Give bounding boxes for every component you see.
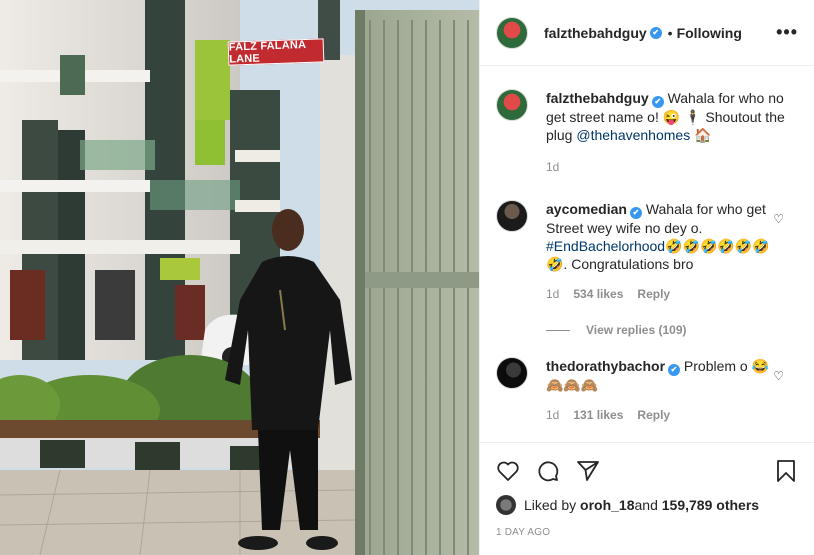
commenter-avatar[interactable]	[496, 200, 528, 232]
reply-button[interactable]: Reply	[637, 285, 670, 303]
separator-dot: •	[667, 24, 673, 41]
post-photo[interactable]: FALZ FALANA LANE	[0, 0, 479, 555]
comment-like-heart-icon[interactable]: ♡	[773, 212, 784, 226]
verified-badge-icon: ✔	[668, 364, 681, 376]
caption-time[interactable]: 1d	[546, 158, 559, 176]
comment-like-heart-icon[interactable]: ♡	[773, 369, 784, 383]
comment-time[interactable]: 1d	[546, 285, 559, 303]
liked-by: Liked by oroh_18 and 159,789 others	[496, 495, 798, 515]
liker-avatar[interactable]	[496, 495, 516, 515]
more-options-icon[interactable]: •••	[776, 22, 798, 43]
view-replies-label[interactable]: View replies (109)	[586, 323, 687, 337]
caption-avatar[interactable]	[496, 89, 528, 121]
share-send-icon[interactable]	[576, 459, 600, 483]
caption-text-end: 🏠	[690, 127, 712, 143]
caption: falzthebahdguy ✔ Wahala for who no get st…	[496, 89, 798, 176]
author-username[interactable]: falzthebahdguy	[544, 25, 647, 41]
post-details-panel: falzthebahdguy ✔ • Following ••• falzthe…	[479, 0, 814, 555]
comment-item: thedorathybachor ✔ Problem o 😂🙈🙈🙈 1d 131 …	[496, 357, 798, 424]
verified-badge-icon: ✔	[649, 26, 662, 39]
verified-badge-icon: ✔	[651, 96, 664, 108]
comments-list[interactable]: falzthebahdguy ✔ Wahala for who no get st…	[480, 67, 814, 442]
following-button[interactable]: Following	[677, 25, 742, 41]
caption-username[interactable]: falzthebahdguy	[546, 90, 649, 106]
photo-scene	[0, 0, 479, 555]
liked-mid: and	[634, 497, 658, 513]
liker-username[interactable]: oroh_18	[580, 497, 634, 513]
comment-time[interactable]: 1d	[546, 406, 559, 424]
street-sign: FALZ FALANA LANE	[227, 38, 325, 66]
post-timestamp[interactable]: 1 DAY AGO	[496, 527, 798, 538]
commenter-avatar[interactable]	[496, 357, 528, 389]
comment-item: aycomedian ✔ Wahala for who get Street we…	[496, 200, 798, 303]
bookmark-icon[interactable]	[774, 459, 798, 483]
like-heart-icon[interactable]	[496, 459, 520, 483]
comment-bubble-icon[interactable]	[536, 459, 560, 483]
liked-prefix: Liked by	[524, 497, 577, 513]
hashtag-link[interactable]: #EndBachelorhood	[546, 238, 665, 254]
commenter-username[interactable]: thedorathybachor	[546, 358, 665, 374]
verified-badge-icon: ✔	[629, 207, 642, 219]
reply-button[interactable]: Reply	[637, 406, 670, 424]
post-actions: Liked by oroh_18 and 159,789 others 1 DA…	[480, 442, 814, 538]
mention-link[interactable]: @thehavenhomes	[576, 127, 690, 143]
replies-line	[546, 329, 570, 331]
likes-count[interactable]: 159,789 others	[662, 497, 759, 513]
comment-likes[interactable]: 534 likes	[573, 285, 623, 303]
view-replies-button[interactable]: View replies (109)	[546, 323, 798, 337]
post-header: falzthebahdguy ✔ • Following •••	[480, 0, 814, 66]
comment-likes[interactable]: 131 likes	[573, 406, 623, 424]
author-avatar[interactable]	[496, 16, 528, 49]
commenter-username[interactable]: aycomedian	[546, 201, 627, 217]
